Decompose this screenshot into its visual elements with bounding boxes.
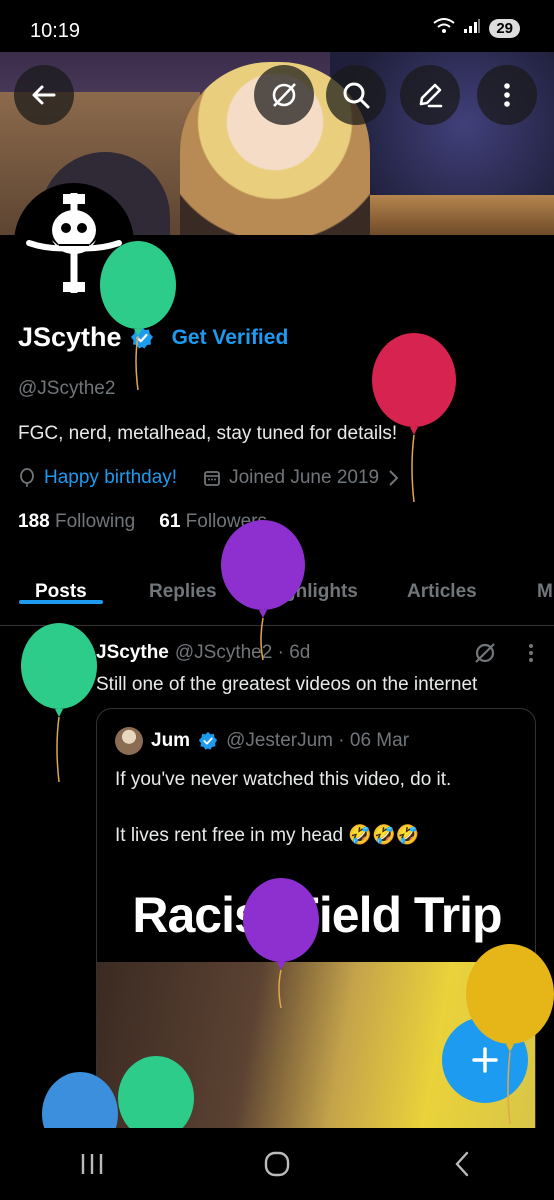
balloon-decoration xyxy=(243,878,319,1008)
following-link[interactable]: 188 Following xyxy=(18,511,135,533)
followers-count: 61 xyxy=(159,511,181,532)
post-text: Still one of the greatest videos on the … xyxy=(96,674,478,695)
more-vertical-icon xyxy=(504,83,510,107)
tab-articles[interactable]: Articles xyxy=(407,560,477,603)
home-icon xyxy=(264,1151,290,1177)
system-nav-bar xyxy=(0,1128,554,1200)
back-button[interactable] xyxy=(14,65,74,125)
profile-bio: FGC, nerd, metalhead, stay tuned for det… xyxy=(18,423,398,444)
post-actions xyxy=(472,640,534,666)
more-vertical-icon[interactable] xyxy=(528,642,534,664)
balloon-decoration xyxy=(42,1072,118,1132)
home-button[interactable] xyxy=(247,1144,307,1184)
verified-badge-icon xyxy=(198,731,218,750)
balloon-decoration xyxy=(221,520,305,660)
recent-apps-button[interactable] xyxy=(62,1144,122,1184)
recent-apps-icon xyxy=(82,1154,103,1174)
tab-more[interactable]: M xyxy=(537,560,553,603)
profile-meta: Happy birthday! Joined June 2019 xyxy=(18,467,399,489)
signal-icon xyxy=(463,18,481,38)
quoted-text-line1: If you've never watched this video, do i… xyxy=(115,769,452,790)
calendar-icon xyxy=(204,471,220,486)
back-chevron-icon xyxy=(455,1151,468,1177)
more-options-button[interactable] xyxy=(477,65,537,125)
grok-icon xyxy=(272,83,296,107)
following-count: 188 xyxy=(18,511,50,532)
pencil-icon xyxy=(419,83,443,108)
status-bar: 10:19 29 xyxy=(0,0,554,52)
search-button[interactable] xyxy=(326,65,386,125)
balloon-icon xyxy=(20,468,34,487)
balloon-decoration xyxy=(21,623,97,782)
balloon-decoration xyxy=(466,944,554,1124)
quoted-post-header: Jum @JesterJum · 06 Mar xyxy=(115,727,409,755)
status-time: 10:19 xyxy=(30,20,81,42)
post-author-name[interactable]: JScythe xyxy=(96,642,169,664)
back-arrow-icon xyxy=(32,85,56,105)
balloon-decoration xyxy=(100,241,176,390)
birthday-link[interactable]: Happy birthday! xyxy=(44,467,177,489)
quoted-handle-time: @JesterJum · 06 Mar xyxy=(226,730,410,751)
grok-button[interactable] xyxy=(254,65,314,125)
quoted-avatar xyxy=(115,727,143,755)
following-label: Following xyxy=(54,511,136,532)
back-nav-button[interactable] xyxy=(432,1144,492,1184)
wifi-icon xyxy=(433,18,455,38)
quoted-author-name: Jum xyxy=(151,730,191,751)
search-icon xyxy=(343,82,370,109)
tab-posts[interactable]: Posts xyxy=(19,560,103,604)
joined-date: Joined June 2019 xyxy=(229,467,380,488)
balloon-decoration xyxy=(372,333,456,502)
battery-indicator: 29 xyxy=(489,18,520,38)
get-verified-link[interactable]: Get Verified xyxy=(172,326,289,350)
status-icons: 29 xyxy=(433,18,520,38)
edit-button[interactable] xyxy=(400,65,460,125)
tab-replies[interactable]: Replies xyxy=(149,560,217,603)
grok-icon[interactable] xyxy=(472,640,498,666)
balloon-decoration xyxy=(118,1056,194,1132)
quoted-text-line2: It lives rent free in my head 🤣🤣🤣 xyxy=(115,825,420,846)
